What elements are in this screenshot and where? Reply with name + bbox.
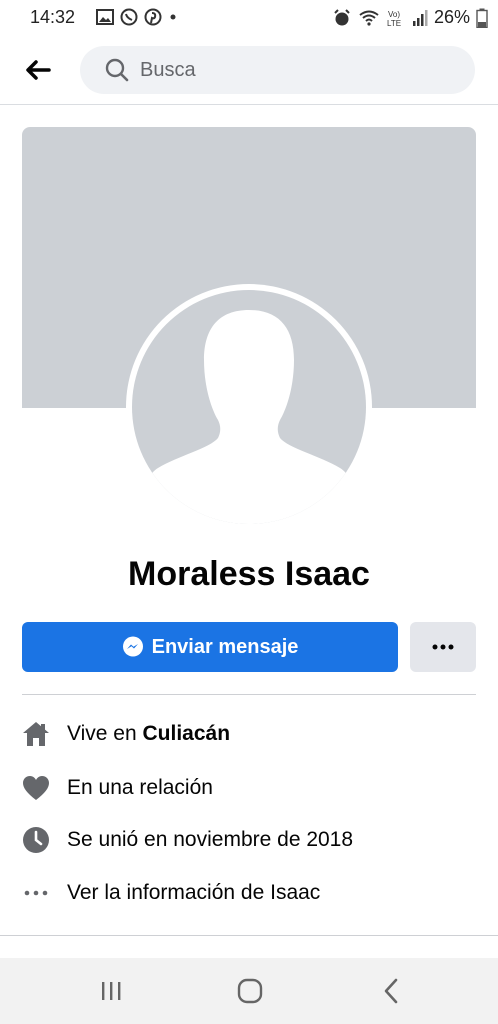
notification-icons: [96, 8, 178, 26]
home-nav-icon: [237, 978, 263, 1004]
more-dots-icon: [432, 644, 454, 650]
back-arrow-icon: [26, 60, 51, 80]
messenger-icon: [122, 636, 143, 657]
volte-icon: Vo)LTE: [387, 10, 401, 28]
back-button[interactable]: [20, 52, 56, 88]
dot-icon: [170, 14, 176, 20]
send-message-button[interactable]: Enviar mensaje: [22, 622, 398, 672]
alarm-icon: [334, 8, 350, 25]
profile-picture[interactable]: [126, 284, 372, 530]
svg-text:Vo): Vo): [388, 10, 400, 19]
section-divider: [22, 694, 476, 695]
system-navigation-bar: [0, 958, 498, 1024]
system-back-button[interactable]: [376, 976, 406, 1006]
relationship-status: En una relación: [67, 776, 213, 799]
info-lives-in: Vive en Culiacán: [22, 716, 476, 752]
send-message-label: Enviar mensaje: [151, 635, 299, 658]
system-icons: Vo) LTE 26%: [332, 7, 488, 28]
status-time: 14:32: [30, 7, 76, 27]
clock-icon: [23, 827, 49, 853]
home-button[interactable]: [235, 976, 265, 1006]
avatar: [132, 290, 366, 524]
battery-level: 26%: [433, 7, 470, 27]
lives-prefix: Vive en: [67, 722, 143, 745]
default-avatar-silhouette-icon: [142, 310, 356, 524]
joined-date: Se unió en noviembre de 2018: [67, 828, 354, 851]
search-placeholder: Busca: [140, 58, 196, 81]
search-icon: [105, 58, 129, 82]
recents-icon: [102, 982, 121, 1000]
recent-apps-button[interactable]: [96, 976, 126, 1006]
whatsapp-icon: [120, 8, 138, 26]
profile-name: Moraless Isaac: [128, 555, 370, 593]
battery-icon: [476, 8, 488, 28]
status-bar: 14:32 Vo) LTE 26%: [0, 0, 498, 36]
see-info-label: Ver la información de Isaac: [67, 881, 321, 904]
pinterest-icon: [144, 8, 162, 26]
top-bar: Busca: [0, 36, 498, 105]
heart-icon: [23, 776, 49, 800]
more-horizontal-icon: [24, 890, 48, 896]
bottom-divider: [0, 935, 498, 936]
lives-city[interactable]: Culiacán: [143, 722, 231, 746]
home-icon: [23, 722, 49, 746]
chevron-left-icon: [384, 978, 398, 1004]
image-icon: [96, 9, 114, 25]
info-joined: Se unió en noviembre de 2018: [22, 822, 476, 858]
more-options-button[interactable]: [410, 622, 476, 672]
svg-text:LTE: LTE: [387, 19, 401, 28]
info-relationship: En una relación: [22, 770, 476, 806]
wifi-icon: [359, 10, 379, 26]
signal-icon: [412, 9, 428, 26]
search-input[interactable]: Busca: [80, 46, 475, 94]
see-info-link[interactable]: Ver la información de Isaac: [22, 875, 476, 911]
